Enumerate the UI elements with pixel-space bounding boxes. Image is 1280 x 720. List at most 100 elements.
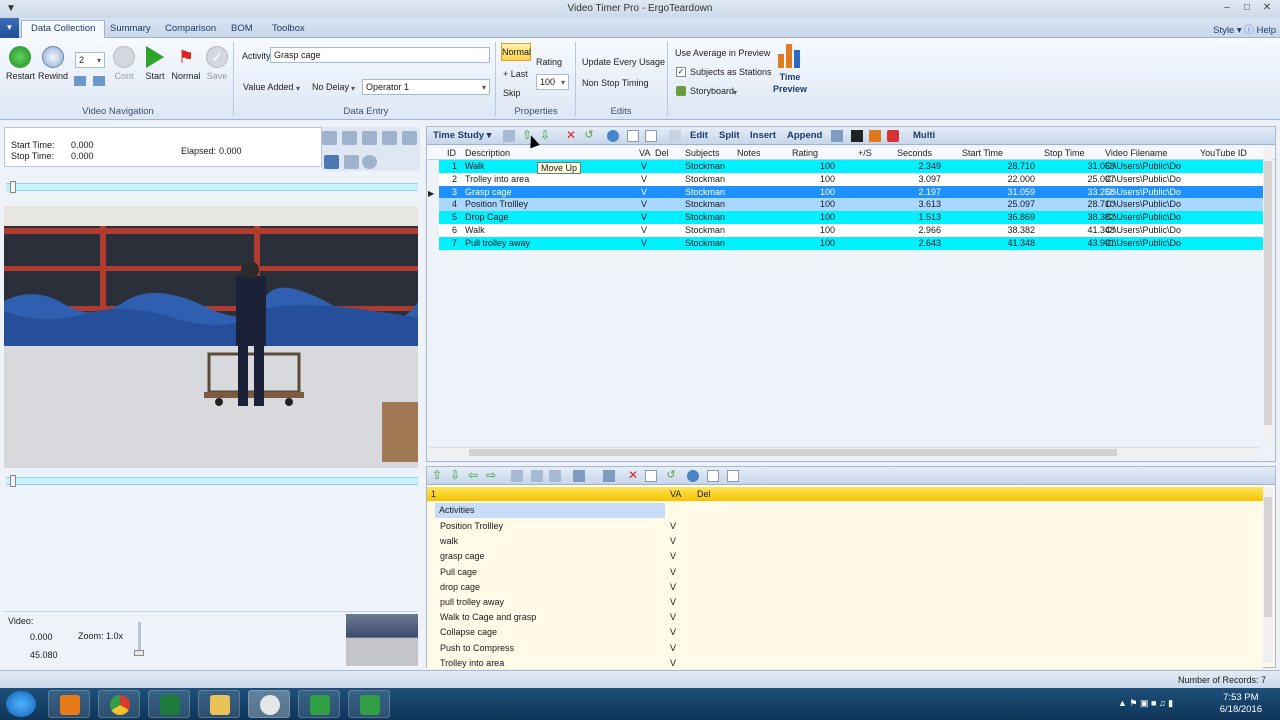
library-item[interactable]: Push to Compress V	[437, 641, 1257, 656]
video-thumbnail[interactable]	[346, 614, 418, 666]
library-item[interactable]: Collapse cage V	[437, 625, 1257, 640]
activity-input[interactable]: Grasp cage	[270, 47, 490, 63]
tab-data-collection[interactable]: Data Collection	[21, 20, 106, 39]
lib-link-icon[interactable]	[687, 470, 699, 482]
col-subjects[interactable]: Subjects	[685, 148, 720, 158]
col-video-filename[interactable]: Video Filename	[1105, 148, 1167, 158]
value-added-dropdown[interactable]: Value Added	[243, 82, 303, 93]
tab-comparison[interactable]: Comparison	[156, 21, 225, 38]
grid-row[interactable]: 2 Trolley into area V Stockman 100 3.097 22.00…	[439, 172, 1263, 186]
col-va[interactable]: VA	[639, 148, 650, 158]
library-item[interactable]: pull trolley away V	[437, 595, 1257, 610]
grid-icon[interactable]	[362, 131, 377, 145]
save-button[interactable]: ✓ Save	[203, 46, 231, 81]
grid-row[interactable]: 7 Pull trolley away V Stockman 100 2.643 41.34…	[439, 236, 1263, 250]
library-item[interactable]: Walk to Cage and grasp V	[437, 610, 1257, 625]
tab-toolbox[interactable]: Toolbox	[263, 21, 314, 38]
col-rating[interactable]: Rating	[792, 148, 818, 158]
lib-doc-icon[interactable]	[707, 470, 719, 482]
last-toggle[interactable]: + Last	[503, 69, 528, 79]
video-mode-icon[interactable]	[324, 155, 339, 169]
tray-icons[interactable]: ▲ ⚑ ▣ ■ ♫ ▮	[1118, 698, 1173, 709]
rating-select[interactable]: 100	[536, 74, 569, 90]
insert-button[interactable]: Insert	[750, 130, 776, 141]
taskbar-clock[interactable]: 7:53 PM 6/18/2016	[1220, 692, 1262, 716]
start-orb-icon[interactable]	[6, 691, 36, 717]
col-youtube-id[interactable]: YouTube ID	[1200, 148, 1247, 158]
copy-icon[interactable]	[645, 130, 657, 142]
tab-summary[interactable]: Summary	[101, 21, 160, 38]
lib-col-del[interactable]: Del	[697, 489, 711, 499]
lib-copy-icon[interactable]	[727, 470, 739, 482]
top-scrub-thumb[interactable]	[10, 181, 16, 193]
settings-icon[interactable]	[831, 130, 843, 142]
next-frame-icon[interactable]	[93, 76, 105, 86]
lib-import-icon[interactable]	[573, 470, 585, 482]
step-select[interactable]: 2	[75, 52, 105, 68]
bottom-scrub-thumb[interactable]	[10, 475, 16, 487]
normal-button[interactable]: ⚑ Normal	[170, 46, 202, 81]
time-preview-button[interactable]: Time Preview	[768, 72, 812, 94]
edit-button[interactable]: Edit	[690, 130, 708, 141]
restart-button[interactable]: Restart	[6, 46, 35, 81]
volume-icon[interactable]	[342, 131, 357, 145]
zoom-slider-thumb[interactable]	[134, 650, 144, 656]
layout-icon[interactable]	[382, 131, 397, 145]
lib-tag-icon[interactable]	[549, 470, 561, 482]
taskbar-camtasia[interactable]	[298, 690, 340, 718]
library-vscroll-thumb[interactable]	[1264, 497, 1272, 617]
select-icon[interactable]	[503, 130, 515, 142]
clock-icon[interactable]	[362, 155, 377, 169]
grid-vertical-scrollbar[interactable]	[1263, 147, 1273, 445]
prev-frame-icon[interactable]	[74, 76, 86, 86]
minimize-icon[interactable]: –	[1220, 2, 1234, 14]
library-vertical-scrollbar[interactable]	[1263, 487, 1273, 663]
start-button[interactable]: Start	[141, 46, 169, 81]
operator-dropdown[interactable]: Operator 1	[362, 79, 490, 95]
taskbar-media-player[interactable]	[48, 690, 90, 718]
grid-row[interactable]: 5 Drop Cage V Stockman 100 1.513 36.869 38.382 C…	[439, 211, 1263, 225]
update-every-usage[interactable]: Update Every Usage	[582, 57, 665, 67]
storyboard-dropdown[interactable]: Storyboard	[690, 86, 740, 97]
lib-refresh-icon[interactable]	[531, 470, 543, 482]
col-plus-s[interactable]: +/S	[858, 148, 872, 158]
app-menu-button[interactable]: ▼	[0, 18, 19, 38]
taskbar-video-timer[interactable]	[248, 690, 290, 718]
grid-row[interactable]: 6 Walk V Stockman 100 2.966 38.382 41.348 C:\Use…	[439, 224, 1263, 237]
subjects-as-stations-checkbox[interactable]: ✓	[676, 67, 686, 77]
youtube-icon[interactable]	[887, 130, 899, 142]
tab-bom[interactable]: BOM	[222, 21, 262, 38]
col-id[interactable]: ID	[447, 148, 456, 158]
library-item[interactable]: Pull cage V	[437, 565, 1257, 580]
video-icon[interactable]	[869, 130, 881, 142]
taskbar-explorer[interactable]	[198, 690, 240, 718]
page-icon[interactable]	[669, 130, 681, 142]
library-item[interactable]: Position Trollley V	[437, 519, 1257, 534]
grid-row[interactable]: 3 Grasp cage V Stockman 100 2.197 31.059 33.256…	[439, 185, 1263, 199]
close-icon[interactable]: ✕	[1260, 2, 1274, 14]
export-icon[interactable]	[402, 131, 417, 145]
restore-icon[interactable]: □	[1240, 2, 1254, 14]
col-start-time[interactable]: Start Time	[962, 148, 1003, 158]
lib-move-right-icon[interactable]: ⇨	[485, 469, 497, 482]
taskbar-chrome[interactable]	[98, 690, 140, 718]
library-group-row[interactable]: Activities	[435, 503, 665, 518]
col-del[interactable]: Del	[655, 148, 669, 158]
lib-new-icon[interactable]	[645, 470, 657, 482]
non-stop-timing[interactable]: Non Stop Timing	[582, 78, 649, 88]
use-average-in-preview[interactable]: Use Average in Preview	[675, 48, 770, 58]
taskbar-excel[interactable]	[148, 690, 190, 718]
bottom-scrub-bar[interactable]	[6, 475, 418, 487]
top-scrub-bar[interactable]	[6, 181, 418, 193]
library-item[interactable]: grasp cage V	[437, 549, 1257, 564]
grid-horizontal-scrollbar[interactable]	[429, 447, 1259, 457]
col-stop-time[interactable]: Stop Time	[1044, 148, 1085, 158]
col-description[interactable]: Description	[465, 148, 510, 158]
help-icon[interactable]: ⓘ	[1244, 25, 1254, 36]
library-item[interactable]: drop cage V	[437, 580, 1257, 595]
style-menu[interactable]: Style	[1213, 25, 1234, 36]
video-frame[interactable]	[4, 206, 418, 468]
lib-export-icon[interactable]	[603, 470, 615, 482]
move-down-icon[interactable]: ⇩	[539, 129, 551, 142]
col-notes[interactable]: Notes	[737, 148, 761, 158]
